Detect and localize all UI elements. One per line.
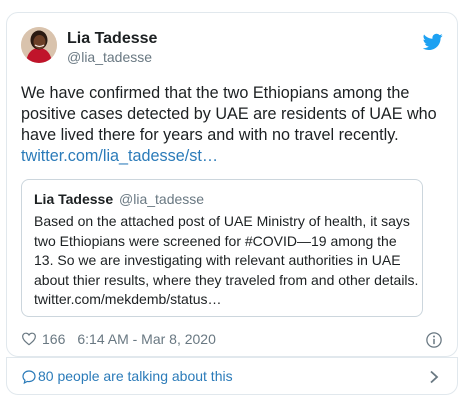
quoted-tweet-header: Lia Tadesse @lia_tadesse [34,190,410,208]
chevron-right-icon[interactable] [429,370,439,384]
avatar[interactable] [21,27,57,63]
quoted-tweet-text: Based on the attached post of UAE Minist… [34,213,419,307]
info-icon[interactable] [425,331,443,349]
quoted-author-handle: @lia_tadesse [119,191,205,207]
heart-icon[interactable] [21,331,37,347]
quoted-author-name: Lia Tadesse [34,191,114,207]
like-count[interactable]: 166 [42,331,65,347]
tweet-meta: 166 6:14 AM - Mar 8, 2020 [21,329,443,349]
author-name[interactable]: Lia Tadesse [67,30,157,48]
tweet-header: Lia Tadesse @lia_tadesse [21,27,443,71]
embedded-tweet-card: Lia Tadesse @lia_tadesse We have confirm… [6,12,458,357]
tweet-link[interactable]: twitter.com/lia_tadesse/st… [21,146,441,167]
talking-about-bar[interactable]: 80 people are talking about this [6,357,458,395]
comment-icon [22,370,36,385]
quoted-tweet[interactable]: Lia Tadesse @lia_tadesse Based on the at… [21,179,423,317]
talking-about-link[interactable]: 80 people are talking about this [38,368,233,384]
tweet-text: We have confirmed that the two Ethiopian… [21,84,437,144]
tweet-timestamp[interactable]: 6:14 AM - Mar 8, 2020 [77,331,216,347]
author-handle[interactable]: @lia_tadesse [67,49,152,65]
tweet-body: We have confirmed that the two Ethiopian… [21,83,441,167]
twitter-bird-icon[interactable] [423,33,443,51]
